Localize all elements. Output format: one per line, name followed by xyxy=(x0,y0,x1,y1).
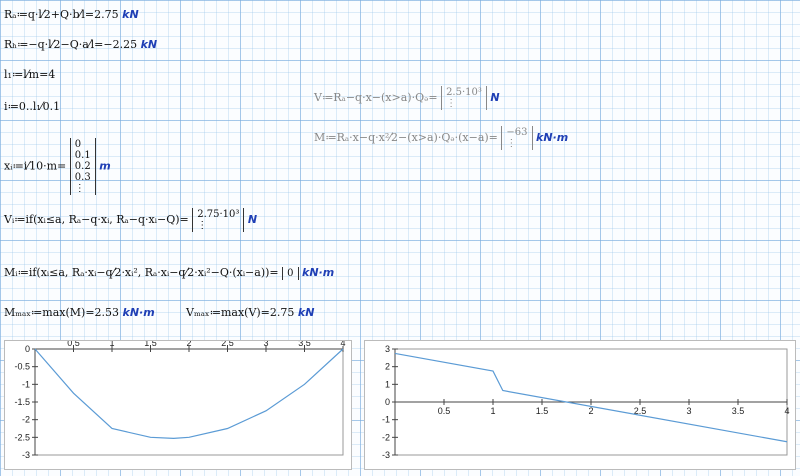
m-symbolic-matrix-cell: −63 xyxy=(506,127,528,138)
m-symbolic-equation[interactable]: M≔Rₐ·x−q·x²⁄2−(x>a)·Qₔ·(x−a)= −63 ⋮ kN·m xyxy=(314,126,568,150)
ra-unit: kN xyxy=(122,8,139,21)
v-result-matrix: 2.75·10³ ⋮ xyxy=(192,208,245,232)
y-tick-label: 2 xyxy=(385,362,390,372)
v-symbolic-matrix: 2.5·10³ ⋮ xyxy=(441,86,487,110)
v-symbolic-matrix-cell: 2.5·10³ xyxy=(446,87,482,98)
y-tick-label: -1 xyxy=(22,379,30,389)
x-tick-label: 2 xyxy=(588,406,593,416)
y-tick-label: -2 xyxy=(382,432,390,442)
x-matrix-cell: ⋮ xyxy=(74,183,85,194)
v-symbolic-matrix-cell: ⋮ xyxy=(446,98,457,109)
m-definition[interactable]: Mᵢ≔if(xᵢ≤a, Rₐ·xᵢ−q⁄2·xᵢ², Rₐ·xᵢ−q⁄2·xᵢ²… xyxy=(4,266,334,280)
x-tick-label: 1 xyxy=(109,341,114,348)
x-matrix-cell: 0 xyxy=(74,139,82,150)
plot-area-frame xyxy=(34,348,344,456)
shear-diagram-svg: 0.5 1 1.5 2 2.5 3 3.5 43210-1-2-3 xyxy=(382,344,790,460)
y-tick-label: -3 xyxy=(382,450,390,460)
m-symbolic-expression: M≔Rₐ·x−q·x²⁄2−(x>a)·Qₔ·(x−a)= xyxy=(314,131,498,144)
y-tick-label: 3 xyxy=(385,344,390,354)
v-symbolic-equation[interactable]: V≔Rₐ−q·x−(x>a)·Qₔ= 2.5·10³ ⋮ N xyxy=(314,86,500,110)
m-symbolic-matrix-cell: ⋮ xyxy=(506,138,517,149)
l1-expression: l₁≔l⁄m=4 xyxy=(4,68,56,81)
x-tick-label: 3 xyxy=(686,406,691,416)
m-unit: kN·m xyxy=(302,266,335,279)
mmax-equation[interactable]: Mₘₐₓ≔max(M)=2.53 kN·m xyxy=(4,306,155,320)
x-tick-label: 1.5 xyxy=(144,341,157,348)
v-matrix-cell: 2.75·10³ xyxy=(197,209,240,220)
x-tick-label: 0.5 xyxy=(438,406,451,416)
x-matrix-cell: 0.3 xyxy=(74,172,91,183)
rb-equation[interactable]: Rₕ≔−q·l⁄2−Q·a⁄l=−2.25 kN xyxy=(4,38,157,52)
m-symbolic-matrix: −63 ⋮ xyxy=(501,126,533,150)
x-tick-label: 0.5 xyxy=(67,341,80,348)
x-tick-label: 3.5 xyxy=(298,341,311,348)
v-matrix-cell: ⋮ xyxy=(197,220,208,231)
x-tick-label: 2 xyxy=(186,341,191,348)
x-tick-label: 2.5 xyxy=(221,341,234,348)
x-tick-label: 3.5 xyxy=(732,406,745,416)
x-definition[interactable]: xᵢ≔i⁄10·m= 0 0.1 0.2 0.3 ⋮ m xyxy=(4,138,111,195)
x-matrix-cell: 0.2 xyxy=(74,161,91,172)
mmax-unit: kN·m xyxy=(122,306,155,319)
vmax-unit: kN xyxy=(297,306,315,319)
i-range-definition[interactable]: i≔0..l₁⁄0.1 xyxy=(4,100,60,114)
x-tick-label: 1 xyxy=(490,406,495,416)
x-unit: m xyxy=(99,159,111,173)
shear-diagram-chart[interactable]: 0.5 1 1.5 2 2.5 3 3.5 4 3 2 1 0 -1 -2 -3 xyxy=(364,340,796,470)
moment-diagram-svg: 0.5 1 1.5 2 2.5 3 3.5 4 0 -0.5 -1 -1.5 -2 -2.5 -3 xyxy=(14,341,345,460)
y-tick-label: -1 xyxy=(382,415,390,425)
v-expression: Vᵢ≔if(xᵢ≤a, Rₐ−q·xᵢ, Rₐ−q·xᵢ−Q)= xyxy=(4,213,189,226)
x-tick-label: 3 xyxy=(263,341,268,348)
v-symbolic-expression: V≔Rₐ−q·x−(x>a)·Qₔ= xyxy=(314,91,438,104)
m-result-matrix: 0 xyxy=(282,266,299,280)
v-definition[interactable]: Vᵢ≔if(xᵢ≤a, Rₐ−q·xᵢ, Rₐ−q·xᵢ−Q)= 2.75·10… xyxy=(4,208,257,232)
x-tick-label: 4 xyxy=(784,406,789,416)
series-line xyxy=(394,352,788,443)
y-tick-label: -1.5 xyxy=(14,397,30,407)
y-tick-label: 1 xyxy=(385,379,390,389)
mmax-expression: Mₘₐₓ≔max(M)=2.53 xyxy=(4,306,120,319)
m-symbolic-unit: kN·m xyxy=(536,131,569,144)
l1-equation[interactable]: l₁≔l⁄m=4 xyxy=(4,68,55,82)
x-result-matrix: 0 0.1 0.2 0.3 ⋮ xyxy=(69,138,96,195)
rb-unit: kN xyxy=(140,38,158,51)
y-tick-label: -3 xyxy=(22,450,30,460)
rb-expression: Rₕ≔−q·l⁄2−Q·a⁄l=−2.25 xyxy=(4,38,138,51)
y-tick-label: -0.5 xyxy=(14,362,30,372)
ra-equation[interactable]: Rₐ≔q·l⁄2+Q·b⁄l=2.75 kN xyxy=(4,8,139,22)
y-tick-label: -2.5 xyxy=(14,432,30,442)
ra-expression: Rₐ≔q·l⁄2+Q·b⁄l=2.75 xyxy=(4,8,119,21)
series-line xyxy=(34,348,344,439)
y-tick-label: 0 xyxy=(25,344,30,354)
moment-diagram-chart[interactable]: 0.5 1 1.5 2 2.5 3 3.5 4 0 -0.5 -1 -1.5 -2 -2.5 -3 xyxy=(4,340,352,470)
x-tick-label: 1.5 xyxy=(536,406,549,416)
vmax-expression: Vₘₐₓ≔max(V)=2.75 xyxy=(186,306,295,319)
x-tick-label: 4 xyxy=(340,341,345,348)
i-range-expression: i≔0..l₁⁄0.1 xyxy=(4,100,61,113)
x-matrix-cell: 0.1 xyxy=(74,150,91,161)
x-expression: xᵢ≔i⁄10·m= xyxy=(4,159,67,173)
m-expression: Mᵢ≔if(xᵢ≤a, Rₐ·xᵢ−q⁄2·xᵢ², Rₐ·xᵢ−q⁄2·xᵢ²… xyxy=(4,266,279,279)
m-matrix-cell: 0 xyxy=(287,267,294,279)
y-tick-label: -2 xyxy=(22,415,30,425)
vmax-equation[interactable]: Vₘₐₓ≔max(V)=2.75 kN xyxy=(186,306,314,320)
y-tick-label: 0 xyxy=(385,397,390,407)
v-unit: N xyxy=(247,213,258,226)
v-symbolic-unit: N xyxy=(490,91,500,104)
